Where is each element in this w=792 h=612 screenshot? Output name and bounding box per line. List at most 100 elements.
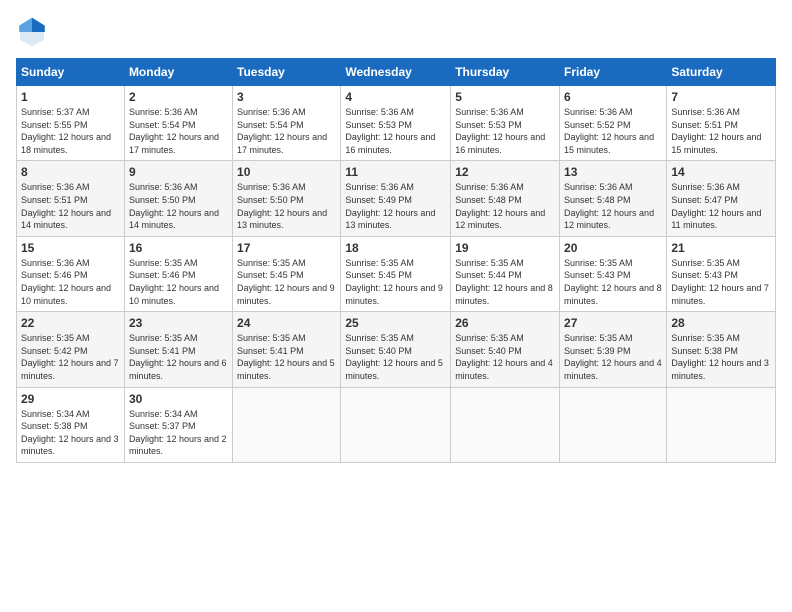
day-number: 5 (455, 90, 555, 104)
calendar-cell (233, 387, 341, 462)
day-number: 16 (129, 241, 228, 255)
calendar-cell: 29 Sunrise: 5:34 AM Sunset: 5:38 PM Dayli… (17, 387, 125, 462)
day-number: 4 (345, 90, 446, 104)
day-info: Sunrise: 5:36 AM Sunset: 5:51 PM Dayligh… (671, 106, 771, 156)
calendar-cell: 7 Sunrise: 5:36 AM Sunset: 5:51 PM Daylig… (667, 86, 776, 161)
day-number: 2 (129, 90, 228, 104)
calendar-cell: 14 Sunrise: 5:36 AM Sunset: 5:47 PM Dayli… (667, 161, 776, 236)
day-number: 25 (345, 316, 446, 330)
calendar-cell (451, 387, 560, 462)
day-number: 1 (21, 90, 120, 104)
calendar-cell: 1 Sunrise: 5:37 AM Sunset: 5:55 PM Daylig… (17, 86, 125, 161)
day-number: 19 (455, 241, 555, 255)
calendar-header-monday: Monday (124, 59, 232, 86)
calendar-week-row: 15Sunrise: 5:36 AM Sunset: 5:46 PM Dayli… (17, 236, 776, 311)
day-number: 22 (21, 316, 120, 330)
calendar-header-tuesday: Tuesday (233, 59, 341, 86)
day-info: Sunrise: 5:36 AM Sunset: 5:54 PM Dayligh… (129, 106, 228, 156)
calendar-cell: 22 Sunrise: 5:35 AM Sunset: 5:42 PM Dayli… (17, 312, 125, 387)
day-info: Sunrise: 5:36 AM Sunset: 5:52 PM Dayligh… (564, 106, 662, 156)
calendar-cell: 23 Sunrise: 5:35 AM Sunset: 5:41 PM Dayli… (124, 312, 232, 387)
day-info: Sunrise: 5:36 AM Sunset: 5:51 PM Dayligh… (21, 181, 120, 231)
day-number: 8 (21, 165, 120, 179)
day-number: 17 (237, 241, 336, 255)
day-info: Sunrise: 5:35 AM Sunset: 5:46 PM Dayligh… (129, 257, 228, 307)
day-number: 30 (129, 392, 228, 406)
calendar-week-row: 8 Sunrise: 5:36 AM Sunset: 5:51 PM Daylig… (17, 161, 776, 236)
day-number: 21 (671, 241, 771, 255)
calendar-cell (341, 387, 451, 462)
day-info: Sunrise: 5:35 AM Sunset: 5:43 PM Dayligh… (671, 257, 771, 307)
day-number: 29 (21, 392, 120, 406)
calendar-cell: 27 Sunrise: 5:35 AM Sunset: 5:39 PM Dayli… (560, 312, 667, 387)
calendar-cell: 3 Sunrise: 5:36 AM Sunset: 5:54 PM Daylig… (233, 86, 341, 161)
day-number: 24 (237, 316, 336, 330)
day-info: Sunrise: 5:35 AM Sunset: 5:40 PM Dayligh… (345, 332, 446, 382)
day-info: Sunrise: 5:35 AM Sunset: 5:41 PM Dayligh… (129, 332, 228, 382)
calendar-table: SundayMondayTuesdayWednesdayThursdayFrid… (16, 58, 776, 463)
day-info: Sunrise: 5:35 AM Sunset: 5:38 PM Dayligh… (671, 332, 771, 382)
day-info: Sunrise: 5:35 AM Sunset: 5:39 PM Dayligh… (564, 332, 662, 382)
calendar-header-thursday: Thursday (451, 59, 560, 86)
calendar-cell: 25 Sunrise: 5:35 AM Sunset: 5:40 PM Dayli… (341, 312, 451, 387)
calendar-header-friday: Friday (560, 59, 667, 86)
calendar-week-row: 1 Sunrise: 5:37 AM Sunset: 5:55 PM Daylig… (17, 86, 776, 161)
day-info: Sunrise: 5:35 AM Sunset: 5:45 PM Dayligh… (345, 257, 446, 307)
calendar-header-row: SundayMondayTuesdayWednesdayThursdayFrid… (17, 59, 776, 86)
calendar-cell: 20Sunrise: 5:35 AM Sunset: 5:43 PM Dayli… (560, 236, 667, 311)
day-info: Sunrise: 5:36 AM Sunset: 5:53 PM Dayligh… (345, 106, 446, 156)
calendar-cell: 26 Sunrise: 5:35 AM Sunset: 5:40 PM Dayli… (451, 312, 560, 387)
logo-icon (16, 16, 48, 48)
day-number: 28 (671, 316, 771, 330)
day-info: Sunrise: 5:34 AM Sunset: 5:38 PM Dayligh… (21, 408, 120, 458)
calendar-cell: 2 Sunrise: 5:36 AM Sunset: 5:54 PM Daylig… (124, 86, 232, 161)
day-number: 27 (564, 316, 662, 330)
page-header (16, 16, 776, 48)
day-info: Sunrise: 5:35 AM Sunset: 5:41 PM Dayligh… (237, 332, 336, 382)
day-info: Sunrise: 5:37 AM Sunset: 5:55 PM Dayligh… (21, 106, 120, 156)
day-info: Sunrise: 5:35 AM Sunset: 5:44 PM Dayligh… (455, 257, 555, 307)
calendar-cell: 19 Sunrise: 5:35 AM Sunset: 5:44 PM Dayli… (451, 236, 560, 311)
calendar-cell: 13 Sunrise: 5:36 AM Sunset: 5:48 PM Dayli… (560, 161, 667, 236)
day-number: 23 (129, 316, 228, 330)
calendar-week-row: 29 Sunrise: 5:34 AM Sunset: 5:38 PM Dayli… (17, 387, 776, 462)
day-number: 10 (237, 165, 336, 179)
day-info: Sunrise: 5:36 AM Sunset: 5:47 PM Dayligh… (671, 181, 771, 231)
day-number: 15 (21, 241, 120, 255)
day-info: Sunrise: 5:35 AM Sunset: 5:42 PM Dayligh… (21, 332, 120, 382)
day-number: 26 (455, 316, 555, 330)
day-number: 13 (564, 165, 662, 179)
calendar-cell: 6 Sunrise: 5:36 AM Sunset: 5:52 PM Daylig… (560, 86, 667, 161)
calendar-cell: 5 Sunrise: 5:36 AM Sunset: 5:53 PM Daylig… (451, 86, 560, 161)
calendar-cell: 8 Sunrise: 5:36 AM Sunset: 5:51 PM Daylig… (17, 161, 125, 236)
calendar-week-row: 22 Sunrise: 5:35 AM Sunset: 5:42 PM Dayli… (17, 312, 776, 387)
day-number: 18 (345, 241, 446, 255)
calendar-cell: 17 Sunrise: 5:35 AM Sunset: 5:45 PM Dayli… (233, 236, 341, 311)
day-info: Sunrise: 5:35 AM Sunset: 5:43 PM Dayligh… (564, 257, 662, 307)
day-info: Sunrise: 5:35 AM Sunset: 5:45 PM Dayligh… (237, 257, 336, 307)
day-number: 3 (237, 90, 336, 104)
day-number: 12 (455, 165, 555, 179)
calendar-cell: 12 Sunrise: 5:36 AM Sunset: 5:48 PM Dayli… (451, 161, 560, 236)
calendar-cell: 11 Sunrise: 5:36 AM Sunset: 5:49 PM Dayli… (341, 161, 451, 236)
calendar-cell: 28 Sunrise: 5:35 AM Sunset: 5:38 PM Dayli… (667, 312, 776, 387)
day-info: Sunrise: 5:36 AM Sunset: 5:53 PM Dayligh… (455, 106, 555, 156)
calendar-cell: 10Sunrise: 5:36 AM Sunset: 5:50 PM Dayli… (233, 161, 341, 236)
day-number: 11 (345, 165, 446, 179)
day-info: Sunrise: 5:36 AM Sunset: 5:49 PM Dayligh… (345, 181, 446, 231)
day-info: Sunrise: 5:35 AM Sunset: 5:40 PM Dayligh… (455, 332, 555, 382)
day-info: Sunrise: 5:36 AM Sunset: 5:50 PM Dayligh… (129, 181, 228, 231)
day-number: 7 (671, 90, 771, 104)
day-info: Sunrise: 5:36 AM Sunset: 5:48 PM Dayligh… (564, 181, 662, 231)
day-info: Sunrise: 5:36 AM Sunset: 5:48 PM Dayligh… (455, 181, 555, 231)
calendar-cell: 16 Sunrise: 5:35 AM Sunset: 5:46 PM Dayli… (124, 236, 232, 311)
day-number: 6 (564, 90, 662, 104)
calendar-cell (560, 387, 667, 462)
calendar-cell: 18 Sunrise: 5:35 AM Sunset: 5:45 PM Dayli… (341, 236, 451, 311)
calendar-cell: 24 Sunrise: 5:35 AM Sunset: 5:41 PM Dayli… (233, 312, 341, 387)
day-info: Sunrise: 5:36 AM Sunset: 5:54 PM Dayligh… (237, 106, 336, 156)
calendar-cell: 15Sunrise: 5:36 AM Sunset: 5:46 PM Dayli… (17, 236, 125, 311)
day-number: 9 (129, 165, 228, 179)
day-number: 14 (671, 165, 771, 179)
logo (16, 16, 52, 48)
